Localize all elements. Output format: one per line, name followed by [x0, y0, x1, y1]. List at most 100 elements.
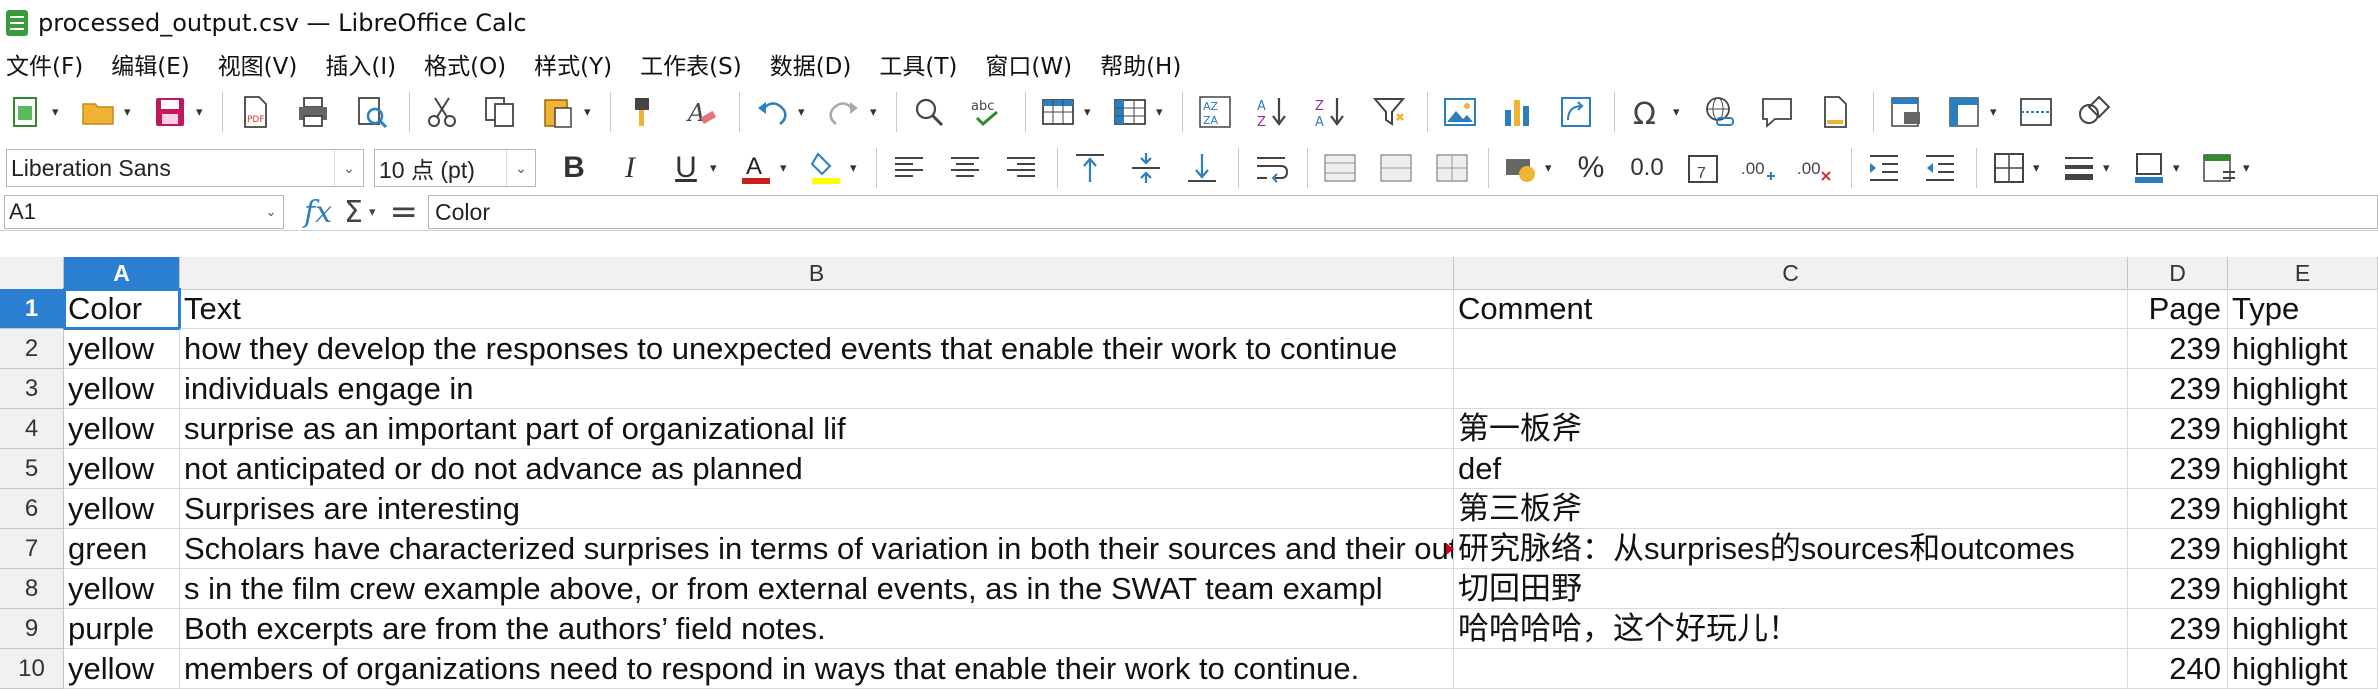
- wrap-text-icon[interactable]: [1251, 148, 1291, 188]
- cell-a3[interactable]: yellow: [64, 369, 180, 409]
- column-header-c[interactable]: C: [1454, 257, 2128, 289]
- align-bottom-icon[interactable]: [1182, 148, 1222, 188]
- clear-formatting-icon[interactable]: A: [681, 92, 721, 132]
- merge-cells-icon[interactable]: [1376, 148, 1416, 188]
- menu-data[interactable]: 数据(D): [770, 47, 852, 81]
- cell-b4[interactable]: surprise as an important part of organiz…: [180, 409, 1454, 449]
- cell-b9[interactable]: Both excerpts are from the authors’ fiel…: [180, 609, 1454, 649]
- cell-e9[interactable]: highlight: [2228, 609, 2378, 649]
- cell-c2[interactable]: [1454, 329, 2128, 369]
- font-color-icon[interactable]: A: [736, 148, 776, 188]
- menu-styles[interactable]: 样式(Y): [534, 47, 612, 81]
- show-draw-functions-icon[interactable]: [2074, 92, 2114, 132]
- row-header[interactable]: 1: [0, 289, 64, 329]
- row-header[interactable]: 6: [0, 489, 64, 529]
- cell-d9[interactable]: 239: [2128, 609, 2228, 649]
- freeze-rows-columns-icon[interactable]: [1944, 92, 1984, 132]
- headers-footers-icon[interactable]: [1815, 92, 1855, 132]
- chevron-down-icon[interactable]: ▾: [196, 105, 208, 120]
- cell-b8[interactable]: s in the film crew example above, or fro…: [180, 569, 1454, 609]
- menu-edit[interactable]: 编辑(E): [111, 47, 189, 81]
- font-name-combobox[interactable]: Liberation Sans ⌄: [6, 149, 364, 187]
- merge-center-icon[interactable]: [1320, 148, 1360, 188]
- menu-sheet[interactable]: 工作表(S): [640, 47, 742, 81]
- row-header[interactable]: 7: [0, 529, 64, 569]
- spelling-icon[interactable]: abc: [967, 92, 1007, 132]
- cell-d3[interactable]: 239: [2128, 369, 2228, 409]
- font-size-combobox[interactable]: 10 点 (pt) ⌄: [374, 149, 536, 187]
- cell-c8[interactable]: 切回田野: [1454, 569, 2128, 609]
- sort-ascending-icon[interactable]: AZ: [1253, 92, 1293, 132]
- delete-decimal-icon[interactable]: .00: [1795, 148, 1835, 188]
- paste-icon[interactable]: [538, 92, 578, 132]
- cell-d10[interactable]: 240: [2128, 649, 2228, 689]
- unmerge-cells-icon[interactable]: [1432, 148, 1472, 188]
- column-header-d[interactable]: D: [2128, 257, 2228, 289]
- menu-tools[interactable]: 工具(T): [879, 47, 957, 81]
- column-header-a[interactable]: A: [64, 257, 180, 289]
- row-header[interactable]: 5: [0, 449, 64, 489]
- save-icon[interactable]: [150, 92, 190, 132]
- autofilter-icon[interactable]: [1369, 92, 1409, 132]
- cell-b2[interactable]: how they develop the responses to unexpe…: [180, 329, 1454, 369]
- border-color-icon[interactable]: [2129, 148, 2169, 188]
- cell-a6[interactable]: yellow: [64, 489, 180, 529]
- column-icon[interactable]: [1110, 92, 1150, 132]
- cell-d8[interactable]: 239: [2128, 569, 2228, 609]
- select-all-corner[interactable]: [0, 257, 64, 289]
- cell-c5[interactable]: def: [1454, 449, 2128, 489]
- cell-d6[interactable]: 239: [2128, 489, 2228, 529]
- chevron-down-icon[interactable]: ▾: [710, 161, 722, 176]
- cell-b10[interactable]: members of organizations need to respond…: [180, 649, 1454, 689]
- hyperlink-icon[interactable]: [1699, 92, 1739, 132]
- cell-b3[interactable]: individuals engage in: [180, 369, 1454, 409]
- cell-b7[interactable]: Scholars have characterized surprises in…: [180, 529, 1454, 569]
- open-folder-icon[interactable]: [78, 92, 118, 132]
- print-preview-icon[interactable]: [351, 92, 391, 132]
- menu-window[interactable]: 窗口(W): [985, 47, 1072, 81]
- column-header-b[interactable]: B: [180, 257, 1454, 289]
- new-spreadsheet-icon[interactable]: [6, 92, 46, 132]
- align-top-icon[interactable]: [1070, 148, 1110, 188]
- menu-insert[interactable]: 插入(I): [325, 47, 396, 81]
- name-box[interactable]: A1 ⌄: [4, 195, 284, 229]
- currency-format-icon[interactable]: [1501, 148, 1541, 188]
- highlighting-color-icon[interactable]: [806, 148, 846, 188]
- align-left-icon[interactable]: [889, 148, 929, 188]
- row-header[interactable]: 3: [0, 369, 64, 409]
- cut-icon[interactable]: [422, 92, 462, 132]
- cell-d4[interactable]: 239: [2128, 409, 2228, 449]
- cell-c1[interactable]: Comment: [1454, 289, 2128, 329]
- chevron-down-icon[interactable]: ▾: [2103, 161, 2115, 176]
- cell-d5[interactable]: 239: [2128, 449, 2228, 489]
- cell-a4[interactable]: yellow: [64, 409, 180, 449]
- row-header[interactable]: 9: [0, 609, 64, 649]
- cell-e8[interactable]: highlight: [2228, 569, 2378, 609]
- cell-e10[interactable]: highlight: [2228, 649, 2378, 689]
- export-pdf-icon[interactable]: PDF: [235, 92, 275, 132]
- redo-icon[interactable]: [824, 92, 864, 132]
- cell-c4[interactable]: 第一板斧: [1454, 409, 2128, 449]
- cell-a1[interactable]: Color: [63, 288, 181, 330]
- cell-b5[interactable]: not anticipated or do not advance as pla…: [180, 449, 1454, 489]
- print-icon[interactable]: [293, 92, 333, 132]
- find-replace-icon[interactable]: [909, 92, 949, 132]
- special-character-icon[interactable]: Ω: [1627, 92, 1667, 132]
- bold-icon[interactable]: B: [554, 148, 594, 188]
- number-format-icon[interactable]: 0.0: [1627, 148, 1667, 188]
- menu-format[interactable]: 格式(O): [424, 47, 506, 81]
- sort-descending-icon[interactable]: ZA: [1311, 92, 1351, 132]
- underline-icon[interactable]: U: [666, 148, 706, 188]
- cell-e1[interactable]: Type: [2228, 289, 2378, 329]
- border-style-icon[interactable]: [2059, 148, 2099, 188]
- italic-icon[interactable]: I: [610, 148, 650, 188]
- row-header[interactable]: 10: [0, 649, 64, 689]
- clone-formatting-icon[interactable]: [623, 92, 663, 132]
- chevron-down-icon[interactable]: ▾: [1545, 161, 1557, 176]
- borders-icon[interactable]: [1989, 148, 2029, 188]
- insert-image-icon[interactable]: [1440, 92, 1480, 132]
- cell-b6[interactable]: Surprises are interesting: [180, 489, 1454, 529]
- chevron-down-icon[interactable]: ▾: [52, 105, 64, 120]
- add-decimal-icon[interactable]: .00: [1739, 148, 1779, 188]
- copy-icon[interactable]: [480, 92, 520, 132]
